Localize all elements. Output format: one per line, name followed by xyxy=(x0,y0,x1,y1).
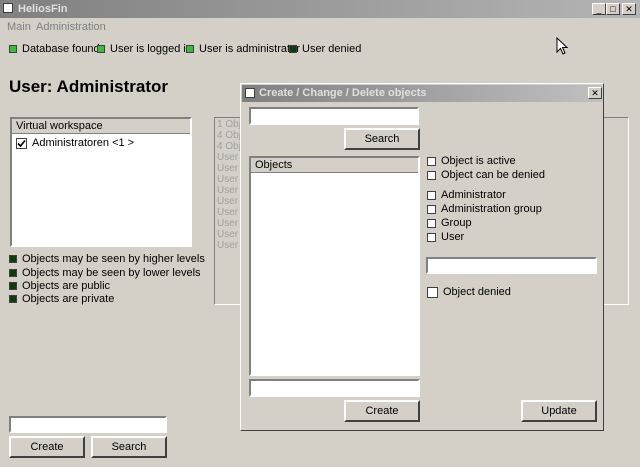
create-button[interactable]: Create xyxy=(9,436,85,458)
legend-item: Objects are private xyxy=(9,293,114,305)
search-button[interactable]: Search xyxy=(91,436,167,458)
status-led-icon xyxy=(9,45,17,53)
checkbox-object-denied[interactable]: Object denied xyxy=(427,286,511,298)
status-label: User denied xyxy=(302,43,362,55)
legend-item: Objects may be seen by lower levels xyxy=(9,267,201,279)
status-led-icon xyxy=(97,45,105,53)
legend-label: Objects are private xyxy=(22,293,115,305)
dialog-search-input[interactable] xyxy=(249,107,419,125)
checkbox-icon[interactable] xyxy=(427,204,436,214)
checkbox-icon[interactable] xyxy=(427,170,436,180)
app-icon xyxy=(3,3,13,13)
object-value-input[interactable] xyxy=(426,257,597,274)
checkbox-label: User xyxy=(441,231,465,243)
checkbox-icon[interactable] xyxy=(427,232,436,242)
checkbox-label: Object denied xyxy=(443,286,511,298)
legend-label: Objects may be seen by higher levels xyxy=(22,253,205,265)
checkbox-object-can-be-denied[interactable]: Object can be denied xyxy=(427,169,545,181)
object-name-input[interactable] xyxy=(249,379,420,397)
dialog-create-button[interactable]: Create xyxy=(344,400,420,422)
menu-item-main[interactable]: Main xyxy=(7,21,31,33)
status-administrator: User is administrator xyxy=(186,43,300,55)
legend-square-icon xyxy=(9,255,17,263)
objects-list-header[interactable]: Objects xyxy=(251,158,418,173)
status-logged-in: User is logged in xyxy=(97,43,192,55)
list-item-label: Administratoren <1 > xyxy=(32,137,135,149)
virtual-workspace-list[interactable]: Virtual workspace Administratoren <1 > xyxy=(10,117,192,247)
dialog-title-bar[interactable]: Create / Change / Delete objects ✕ xyxy=(242,85,602,102)
status-label: User is logged in xyxy=(110,43,192,55)
checkbox-user[interactable]: User xyxy=(427,231,464,243)
dialog-close-button[interactable]: ✕ xyxy=(588,87,602,99)
dialog-search-button[interactable]: Search xyxy=(344,128,420,150)
checkbox-label: Object can be denied xyxy=(441,169,545,181)
dialog-app-icon xyxy=(245,88,255,98)
checkbox-checked-icon[interactable] xyxy=(16,137,27,149)
menu-item-administration[interactable]: Administration xyxy=(36,21,106,33)
checkbox-administration-group[interactable]: Administration group xyxy=(427,203,542,215)
status-database: Database found xyxy=(9,43,100,55)
mouse-cursor-icon xyxy=(556,37,568,55)
checkbox-label: Administrator xyxy=(441,189,506,201)
checkbox-administrator[interactable]: Administrator xyxy=(427,189,506,201)
checkbox-label: Group xyxy=(441,217,472,229)
status-label: Database found xyxy=(22,43,100,55)
close-button[interactable]: ✕ xyxy=(622,3,636,15)
status-led-icon xyxy=(289,45,297,53)
status-label: User is administrator xyxy=(199,43,300,55)
virtual-workspace-header[interactable]: Virtual workspace xyxy=(12,119,190,134)
checkbox-group[interactable]: Group xyxy=(427,217,472,229)
checkbox-label: Object is active xyxy=(441,155,516,167)
objects-list[interactable]: Objects xyxy=(249,156,420,376)
legend-square-icon xyxy=(9,295,17,303)
legend-label: Objects may be seen by lower levels xyxy=(22,267,201,279)
search-input[interactable] xyxy=(9,416,167,433)
legend-label: Objects are public xyxy=(22,280,111,292)
maximize-button[interactable]: □ xyxy=(606,3,620,15)
checkbox-icon[interactable] xyxy=(427,156,436,166)
objects-dialog[interactable]: Create / Change / Delete objects ✕ Searc… xyxy=(240,83,604,431)
dialog-title: Create / Change / Delete objects xyxy=(259,87,427,99)
page-title: User: Administrator xyxy=(9,77,169,96)
minimize-button[interactable]: _ xyxy=(592,3,606,15)
dialog-update-button[interactable]: Update xyxy=(521,400,597,422)
checkbox-icon[interactable] xyxy=(427,190,436,200)
legend-item: Objects may be seen by higher levels xyxy=(9,253,205,265)
list-item[interactable]: Administratoren <1 > xyxy=(12,134,190,152)
legend-square-icon xyxy=(9,269,17,277)
status-led-icon xyxy=(186,45,194,53)
checkbox-object-active[interactable]: Object is active xyxy=(427,155,516,167)
status-denied: User denied xyxy=(289,43,361,55)
window-title: HeliosFin xyxy=(18,3,68,15)
checkbox-icon[interactable] xyxy=(427,218,436,228)
main-title-bar[interactable]: HeliosFin _ □ ✕ xyxy=(0,0,640,18)
legend-square-icon xyxy=(9,282,17,290)
checkbox-icon[interactable] xyxy=(427,286,438,298)
checkbox-label: Administration group xyxy=(441,203,542,215)
legend-item: Objects are public xyxy=(9,280,110,292)
